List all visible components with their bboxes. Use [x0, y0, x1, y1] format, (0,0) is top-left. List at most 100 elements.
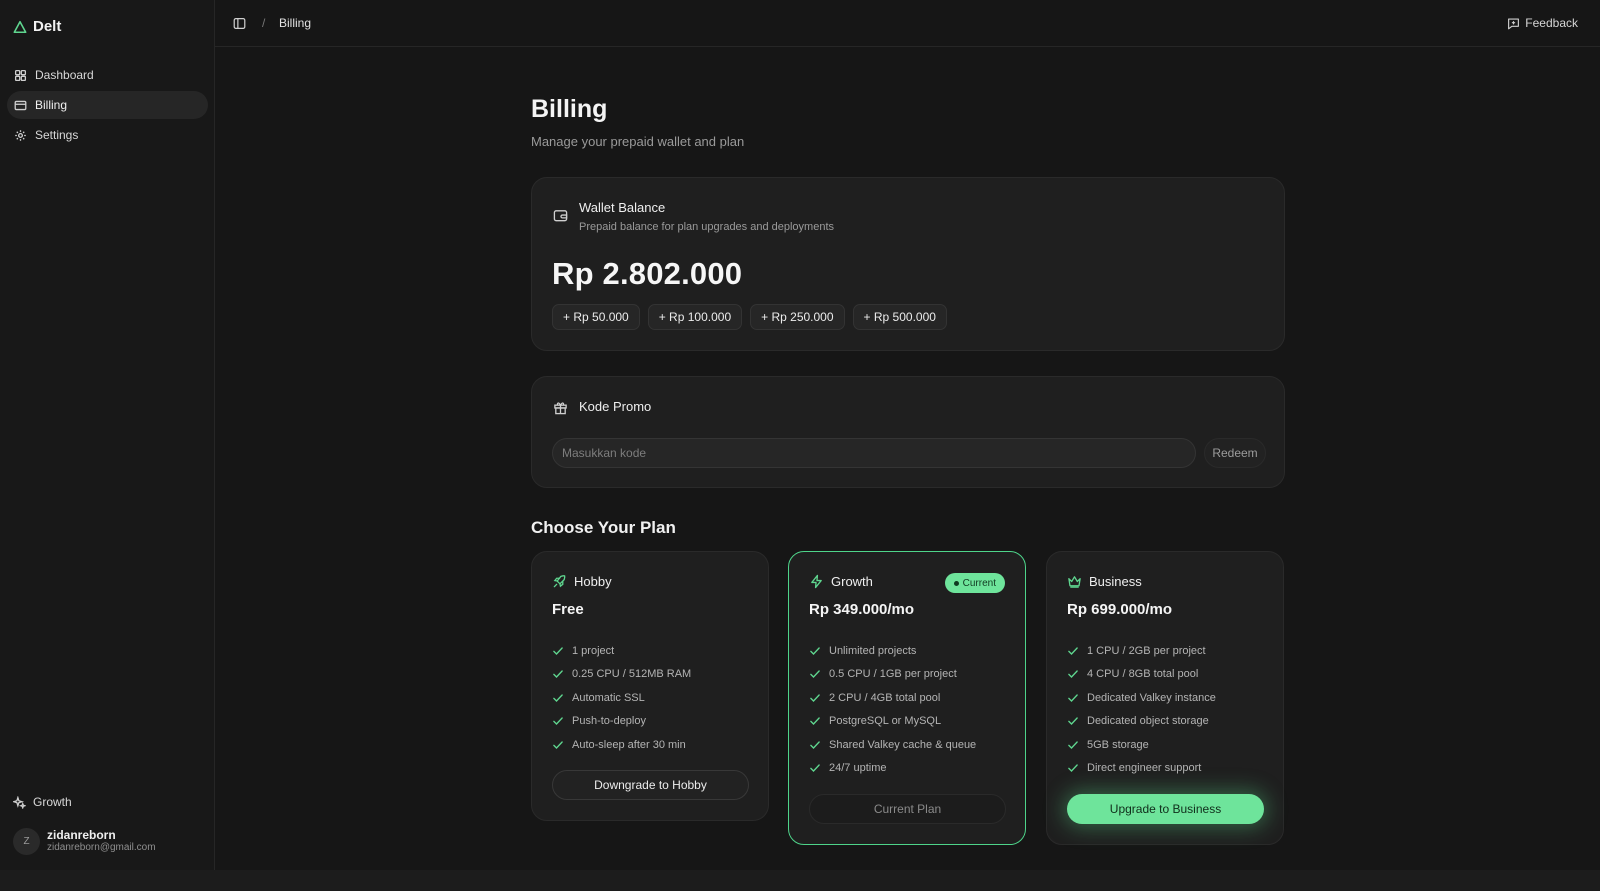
check-icon — [810, 717, 820, 726]
feature-text: 2 CPU / 4GB total pool — [829, 691, 941, 704]
sidebar-toggle-icon[interactable] — [233, 17, 246, 30]
wallet-card: Wallet Balance Prepaid balance for plan … — [531, 177, 1285, 351]
feature-item: 1 project — [552, 639, 691, 663]
sparkles-icon — [13, 795, 26, 809]
triangle-logo-icon — [13, 20, 27, 33]
credit-card-icon — [14, 100, 27, 110]
feature-text: Shared Valkey cache & queue — [829, 738, 977, 751]
feature-item: 0.5 CPU / 1GB per project — [809, 663, 976, 687]
gift-icon — [554, 402, 567, 415]
gear-icon — [15, 129, 26, 141]
plan-card-business: Business Rp 699.000/mo 1 CPU / 2GB per p… — [1046, 551, 1284, 845]
feature-item: Auto-sleep after 30 min — [552, 733, 691, 757]
feature-text: 24/7 uptime — [829, 762, 887, 775]
window-bottom-edge — [0, 870, 1600, 891]
feature-item: Direct engineer support — [1067, 757, 1216, 781]
check-icon — [1068, 647, 1078, 655]
plan-features: 1 CPU / 2GB per project 4 CPU / 8GB tota… — [1067, 639, 1216, 780]
page-subtitle: Manage your prepaid wallet and plan — [531, 134, 745, 149]
promo-code-input[interactable] — [552, 438, 1196, 468]
topup-options: + Rp 50.000 + Rp 100.000 + Rp 250.000 + … — [552, 304, 947, 330]
page-title: Billing — [531, 95, 608, 123]
lightning-icon — [811, 574, 822, 589]
feature-text: Direct engineer support — [1087, 762, 1202, 775]
feature-item: PostgreSQL or MySQL — [809, 710, 976, 734]
user-name: zidanreborn — [47, 828, 116, 842]
sidebar-nav: Dashboard Billing Settings — [7, 61, 208, 151]
check-icon — [810, 670, 820, 679]
feature-item: Automatic SSL — [552, 686, 691, 710]
sidebar-item-label: Billing — [35, 98, 68, 112]
user-info: zidanreborn zidanreborn@gmail.com — [47, 829, 156, 854]
crown-icon — [1068, 576, 1081, 588]
wallet-description: Prepaid balance for plan upgrades and de… — [579, 221, 835, 233]
current-plan-button[interactable]: Current Plan — [809, 794, 1006, 824]
check-icon — [1068, 764, 1078, 773]
current-badge: Current — [944, 573, 1005, 593]
feature-item: Unlimited projects — [809, 639, 976, 663]
feature-item: 5GB storage — [1067, 733, 1216, 757]
check-icon — [810, 694, 820, 702]
check-icon — [810, 741, 820, 749]
sidebar-item-label: Settings — [35, 128, 79, 142]
plan-price: Rp 349.000/mo — [809, 601, 915, 618]
plan-features: 1 project 0.25 CPU / 512MB RAM Automatic… — [552, 639, 691, 757]
check-icon — [1068, 741, 1078, 749]
topup-button-50000[interactable]: + Rp 50.000 — [552, 304, 640, 330]
dashboard-icon — [14, 69, 27, 81]
sidebar: Delt Dashboard Billing Settings Growth Z — [0, 0, 215, 870]
feature-text: Unlimited projects — [829, 644, 917, 657]
badge-dot — [953, 580, 959, 586]
badge-label: Current — [962, 577, 996, 589]
feature-item: Shared Valkey cache & queue — [809, 733, 976, 757]
upgrade-button[interactable]: Upgrade to Business — [1067, 794, 1264, 824]
brand-logo[interactable]: Delt — [13, 18, 61, 35]
feature-item: 1 CPU / 2GB per project — [1067, 639, 1216, 663]
plans-section-title: Choose Your Plan — [531, 518, 676, 537]
topup-button-500000[interactable]: + Rp 500.000 — [852, 304, 947, 330]
wallet-title: Wallet Balance — [579, 200, 666, 215]
check-icon — [1068, 717, 1078, 726]
avatar: Z — [13, 828, 40, 855]
breadcrumb: Billing — [279, 16, 312, 30]
check-icon — [553, 670, 563, 679]
feature-item: 0.25 CPU / 512MB RAM — [552, 663, 691, 687]
topup-button-100000[interactable]: + Rp 100.000 — [647, 304, 743, 330]
plan-price: Rp 699.000/mo — [1067, 601, 1173, 618]
sidebar-item-billing[interactable]: Billing — [7, 91, 208, 119]
feature-text: 5GB storage — [1087, 738, 1149, 751]
sidebar-plan-label: Growth — [33, 795, 72, 809]
feature-item: 2 CPU / 4GB total pool — [809, 686, 976, 710]
sidebar-item-settings[interactable]: Settings — [7, 121, 208, 149]
downgrade-button[interactable]: Downgrade to Hobby — [552, 770, 749, 800]
topbar: / Billing Feedback — [215, 0, 1600, 47]
feature-text: PostgreSQL or MySQL — [829, 715, 942, 728]
feature-item: 4 CPU / 8GB total pool — [1067, 663, 1216, 687]
message-plus-icon — [1508, 17, 1520, 29]
rocket-icon — [553, 575, 566, 588]
feature-text: 0.5 CPU / 1GB per project — [829, 668, 957, 681]
plan-header: Growth — [809, 574, 873, 589]
feature-text: Automatic SSL — [572, 691, 645, 704]
feature-text: 4 CPU / 8GB total pool — [1087, 668, 1199, 681]
promo-card: Kode Promo Redeem — [531, 376, 1285, 488]
user-profile[interactable]: Z zidanreborn zidanreborn@gmail.com — [13, 828, 156, 855]
feature-text: Dedicated Valkey instance — [1087, 691, 1216, 704]
feedback-button[interactable]: Feedback — [1507, 16, 1578, 30]
feedback-label: Feedback — [1525, 16, 1578, 30]
check-icon — [810, 647, 820, 655]
feature-item: Dedicated object storage — [1067, 710, 1216, 734]
plan-card-hobby: Hobby Free 1 project 0.25 CPU / 512MB RA… — [531, 551, 769, 821]
wallet-icon — [553, 210, 568, 222]
feature-text: Push-to-deploy — [572, 715, 646, 728]
redeem-button[interactable]: Redeem — [1204, 438, 1266, 468]
sidebar-item-dashboard[interactable]: Dashboard — [7, 61, 208, 89]
sidebar-current-plan[interactable]: Growth — [13, 795, 72, 809]
plan-name: Hobby — [574, 574, 612, 589]
topup-button-250000[interactable]: + Rp 250.000 — [750, 304, 845, 330]
plan-header: Hobby — [552, 574, 612, 589]
check-icon — [553, 647, 563, 655]
plan-header: Business — [1067, 574, 1142, 589]
plan-card-growth: Growth Current Rp 349.000/mo Unlimited p… — [788, 551, 1026, 845]
plan-name: Growth — [831, 574, 873, 589]
